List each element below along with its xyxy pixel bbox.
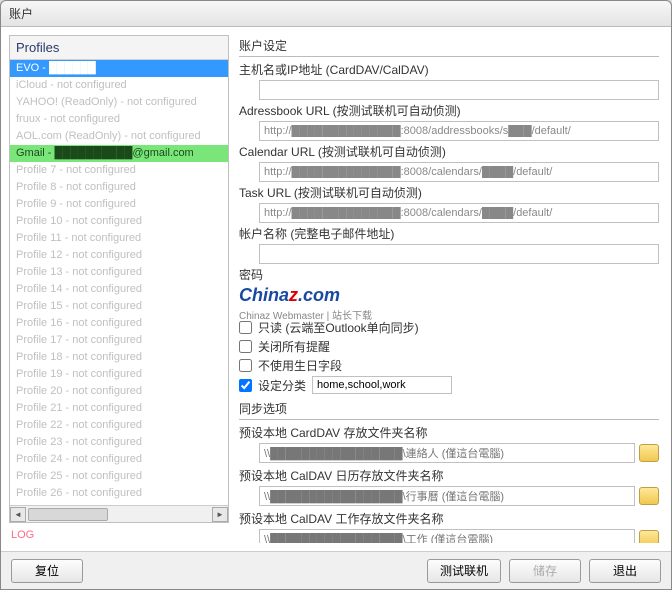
watermark-sub: Chinaz Webmaster | 站长下载 xyxy=(239,307,372,322)
carddav-folder-input[interactable] xyxy=(259,443,635,463)
profile-item[interactable]: Profile 12 - not configured xyxy=(10,247,228,264)
caldav-task-folder-label: 预设本地 CalDAV 工作存放文件夹名称 xyxy=(239,510,659,527)
profiles-title: Profiles xyxy=(10,36,228,60)
profile-item[interactable]: iCloud - not configured xyxy=(10,77,228,94)
window-title: 账户 xyxy=(9,5,33,22)
profile-item[interactable]: Profile 10 - not configured xyxy=(10,213,228,230)
no-birthday-checkbox[interactable] xyxy=(239,359,252,372)
test-connection-button[interactable]: 测试联机 xyxy=(427,559,501,583)
profile-item[interactable]: Gmail - ██████████@gmail.com xyxy=(10,145,228,162)
profile-item[interactable]: Profile 24 - not configured xyxy=(10,451,228,468)
profile-item[interactable]: Profile 26 - not configured xyxy=(10,485,228,502)
profile-item[interactable]: EVO - ██████ xyxy=(10,60,228,77)
scroll-left-arrow-icon[interactable]: ◄ xyxy=(10,507,26,522)
profile-item[interactable]: Profile 11 - not configured xyxy=(10,230,228,247)
caldav-cal-folder-label: 预设本地 CalDAV 日历存放文件夹名称 xyxy=(239,467,659,484)
host-label: 主机名或IP地址 (CardDAV/CalDAV) xyxy=(239,61,659,78)
folder-browse-icon[interactable] xyxy=(639,530,659,543)
account-name-input[interactable] xyxy=(259,244,659,264)
account-window: 账户 Profiles EVO - ██████iCloud - not con… xyxy=(0,0,672,590)
carddav-folder-label: 预设本地 CardDAV 存放文件夹名称 xyxy=(239,424,659,441)
footer: 复位 测试联机 储存 退出 xyxy=(1,551,671,589)
section-sync-options: 同步选项 xyxy=(239,398,659,420)
calendar-label: Calendar URL (按测试联机可自动侦测) xyxy=(239,143,659,160)
addressbook-input[interactable] xyxy=(259,121,659,141)
password-label: 密码 xyxy=(239,266,659,283)
task-input[interactable] xyxy=(259,203,659,223)
category-row[interactable]: 设定分类 xyxy=(239,376,659,394)
caldav-cal-folder-row xyxy=(259,486,659,506)
category-checkbox[interactable] xyxy=(239,379,252,392)
folder-browse-icon[interactable] xyxy=(639,444,659,462)
no-birthday-label: 不使用生日字段 xyxy=(258,357,342,374)
close-reminder-label: 关闭所有提醒 xyxy=(258,338,330,355)
host-input[interactable] xyxy=(259,80,659,100)
window-body: Profiles EVO - ██████iCloud - not config… xyxy=(1,27,671,551)
log-link[interactable]: LOG xyxy=(9,523,229,543)
category-label: 设定分类 xyxy=(258,377,306,394)
profile-item[interactable]: YAHOO! (ReadOnly) - not configured xyxy=(10,94,228,111)
profile-item[interactable]: Profile 18 - not configured xyxy=(10,349,228,366)
profile-item[interactable]: Profile 15 - not configured xyxy=(10,298,228,315)
addressbook-label: Adressbook URL (按测试联机可自动侦测) xyxy=(239,102,659,119)
profile-item[interactable]: Profile 19 - not configured xyxy=(10,366,228,383)
close-reminder-checkbox[interactable] xyxy=(239,340,252,353)
profile-item[interactable]: Profile 25 - not configured xyxy=(10,468,228,485)
profile-item[interactable]: Profile 22 - not configured xyxy=(10,417,228,434)
task-label: Task URL (按测试联机可自动侦测) xyxy=(239,184,659,201)
profiles-list[interactable]: EVO - ██████iCloud - not configuredYAHOO… xyxy=(10,60,228,505)
caldav-cal-folder-input[interactable] xyxy=(259,486,635,506)
profile-item[interactable]: Profile 17 - not configured xyxy=(10,332,228,349)
carddav-folder-row xyxy=(259,443,659,463)
left-panel: Profiles EVO - ██████iCloud - not config… xyxy=(9,35,229,543)
reset-button[interactable]: 复位 xyxy=(11,559,83,583)
section-account-settings: 账户设定 xyxy=(239,35,659,57)
form-area: 账户设定 主机名或IP地址 (CardDAV/CalDAV) Adressboo… xyxy=(239,35,659,543)
scroll-thumb[interactable] xyxy=(28,508,108,521)
close-reminder-row[interactable]: 关闭所有提醒 xyxy=(239,338,659,355)
horizontal-scrollbar[interactable]: ◄ ► xyxy=(10,505,228,522)
caldav-task-folder-input[interactable] xyxy=(259,529,635,543)
account-name-label: 帐户名称 (完整电子邮件地址) xyxy=(239,225,659,242)
profile-item[interactable]: Profile 16 - not configured xyxy=(10,315,228,332)
titlebar[interactable]: 账户 xyxy=(1,1,671,27)
profile-item[interactable]: AOL.com (ReadOnly) - not configured xyxy=(10,128,228,145)
profile-item[interactable]: Profile 14 - not configured xyxy=(10,281,228,298)
watermark-logo: Chinaz.com xyxy=(239,285,340,305)
profile-item[interactable]: Profile 23 - not configured xyxy=(10,434,228,451)
profile-item[interactable]: fruux - not configured xyxy=(10,111,228,128)
profile-item[interactable]: Profile 8 - not configured xyxy=(10,179,228,196)
exit-button[interactable]: 退出 xyxy=(589,559,661,583)
folder-browse-icon[interactable] xyxy=(639,487,659,505)
profile-item[interactable]: Profile 13 - not configured xyxy=(10,264,228,281)
scroll-right-arrow-icon[interactable]: ► xyxy=(212,507,228,522)
caldav-task-folder-row xyxy=(259,529,659,543)
profiles-box: Profiles EVO - ██████iCloud - not config… xyxy=(9,35,229,523)
right-panel: 账户设定 主机名或IP地址 (CardDAV/CalDAV) Adressboo… xyxy=(235,35,663,543)
profile-item[interactable]: Profile 21 - not configured xyxy=(10,400,228,417)
calendar-input[interactable] xyxy=(259,162,659,182)
watermark: Chinaz.com Chinaz Webmaster | 站长下载 xyxy=(239,285,659,317)
no-birthday-row[interactable]: 不使用生日字段 xyxy=(239,357,659,374)
save-button[interactable]: 储存 xyxy=(509,559,581,583)
readonly-checkbox[interactable] xyxy=(239,321,252,334)
category-input[interactable] xyxy=(312,376,452,394)
profile-item[interactable]: Profile 7 - not configured xyxy=(10,162,228,179)
profile-item[interactable]: Profile 20 - not configured xyxy=(10,383,228,400)
profile-item[interactable]: Profile 9 - not configured xyxy=(10,196,228,213)
